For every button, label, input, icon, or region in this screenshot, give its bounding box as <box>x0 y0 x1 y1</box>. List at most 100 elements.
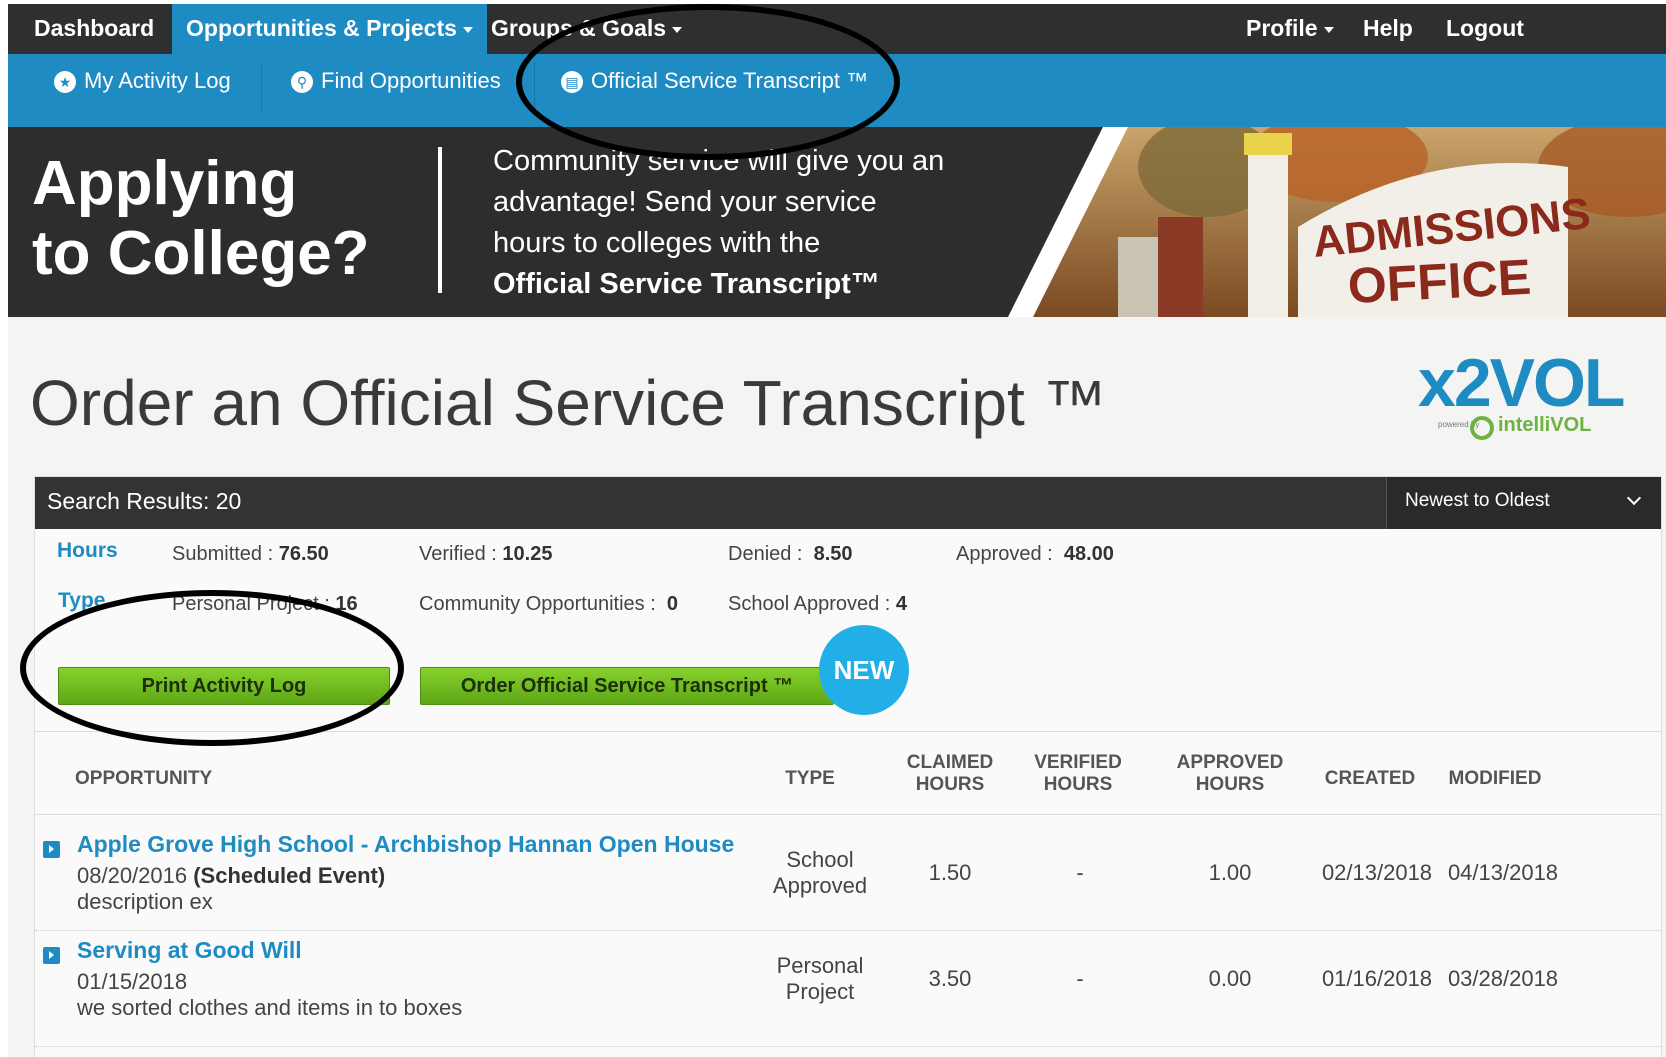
order-transcript-button[interactable]: Order Official Service Transcript ™ <box>420 667 834 705</box>
stat-community: Community Opportunities : 0 <box>419 593 678 616</box>
type-label: Type <box>58 589 106 612</box>
col-modified[interactable]: MODIFIED <box>1435 768 1555 790</box>
col-approved-line2: HOURS <box>1195 774 1265 795</box>
nav-opportunities-label: Opportunities & Projects <box>186 15 457 41</box>
banner-headline: Applying to College? <box>32 149 370 289</box>
banner-copy-line1: Community service will give you an <box>493 145 945 177</box>
hours-label: Hours <box>57 539 118 562</box>
nav-dashboard-label: Dashboard <box>34 15 155 41</box>
col-approved[interactable]: APPROVED HOURS <box>1165 752 1295 796</box>
table-row: Serving at Good Will 01/15/2018 we sorte… <box>35 931 1661 1047</box>
nav-help[interactable]: Help <box>1363 4 1413 54</box>
col-claimed-line1: CLAIMED <box>906 752 994 773</box>
print-activity-log-button[interactable]: Print Activity Log <box>58 667 390 705</box>
row-date: 08/20/2016 (Scheduled Event) <box>77 863 385 889</box>
nav-profile-label: Profile <box>1246 15 1318 41</box>
expand-icon[interactable] <box>43 841 60 858</box>
caret-down-icon <box>672 26 683 33</box>
nav-opportunities[interactable]: Opportunities & Projects <box>172 4 487 58</box>
row-created: 02/13/2018 <box>1321 860 1433 885</box>
subnav-transcript-label: Official Service Transcript ™ <box>591 68 869 93</box>
table-header: OPPORTUNITY TYPE CLAIMED HOURS VERIFIED HO… <box>35 731 1661 815</box>
intellivol-ring-icon <box>1470 416 1494 440</box>
stat-personal-label: Personal Project : <box>172 593 330 615</box>
subnav-find-label: Find Opportunities <box>321 68 501 93</box>
stat-personal: Personal Project : 16 <box>172 593 358 616</box>
stat-school-label: School Approved : <box>728 593 891 615</box>
col-created[interactable]: CREATED <box>1315 768 1425 790</box>
row-description: description ex <box>77 889 213 914</box>
search-icon: ⚲ <box>291 71 313 94</box>
subnav-activity-log[interactable]: ★ My Activity Log <box>54 54 231 127</box>
col-type[interactable]: TYPE <box>755 768 865 790</box>
row-modified: 03/28/2018 <box>1447 966 1559 991</box>
subnav-transcript[interactable]: ▤ Official Service Transcript ™ <box>561 54 868 127</box>
transcript-icon: ▤ <box>561 71 583 94</box>
row-event-type: (Scheduled Event) <box>193 863 386 888</box>
row-title-link[interactable]: Serving at Good Will <box>77 937 302 964</box>
col-verified-line2: HOURS <box>1043 774 1113 795</box>
row-type-line1: School <box>786 847 854 872</box>
row-description: we sorted clothes and items in to boxes <box>77 995 463 1020</box>
sub-nav: ★ My Activity Log ⚲ Find Opportunities ▤ Of… <box>8 54 1666 127</box>
stat-denied-value: 8.50 <box>813 543 853 565</box>
stat-submitted-label: Submitted : <box>172 543 274 565</box>
banner-headline-line1: Applying <box>32 149 298 218</box>
stat-school: School Approved : 4 <box>728 593 907 616</box>
col-claimed[interactable]: CLAIMED HOURS <box>895 752 1005 796</box>
new-badge: NEW <box>819 625 909 715</box>
logo-main: x2VOL <box>1418 345 1625 421</box>
row-date-value: 08/20/2016 <box>77 863 188 888</box>
page-title: Order an Official Service Transcript ™ <box>30 367 1107 439</box>
nav-groups-label: Groups & Goals <box>491 15 667 41</box>
stat-verified: Verified : 10.25 <box>419 543 552 566</box>
banner-copy: Community service will give you an advan… <box>493 141 1013 305</box>
nav-help-label: Help <box>1363 15 1413 41</box>
row-type-line2: Project <box>785 979 855 1004</box>
subnav-activity-log-label: My Activity Log <box>84 68 231 93</box>
col-verified-line1: VERIFIED <box>1034 752 1122 773</box>
stat-approved-label: Approved : <box>956 543 1053 565</box>
row-type-line2: Approved <box>772 873 868 898</box>
nav-profile[interactable]: Profile <box>1246 4 1334 54</box>
row-modified: 04/13/2018 <box>1447 860 1559 885</box>
results-panel: Search Results: 20 Newest to Oldest Hour… <box>34 476 1662 1057</box>
row-title-link[interactable]: Apple Grove High School - Archbishop Han… <box>77 831 734 858</box>
logo-intellivol: intelliVOL <box>1498 414 1592 436</box>
col-approved-line1: APPROVED <box>1176 752 1284 773</box>
stat-personal-value: 16 <box>335 593 358 615</box>
results-count: Search Results: 20 <box>47 488 242 514</box>
row-claimed: 3.50 <box>928 966 972 991</box>
row-type: School Approved <box>760 847 880 899</box>
subnav-find-opportunities[interactable]: ⚲ Find Opportunities <box>291 54 501 127</box>
admissions-office-photo: ADMISSIONS OFFICE <box>1008 127 1666 317</box>
stat-denied-label: Denied : <box>728 543 803 565</box>
expand-icon[interactable] <box>43 947 60 964</box>
top-nav: Dashboard Opportunities & Projects Group… <box>8 4 1666 58</box>
page: Dashboard Opportunities & Projects Group… <box>8 4 1666 1057</box>
banner-copy-bold: Official Service Transcript™ <box>493 268 880 300</box>
sort-selected-value: Newest to Oldest <box>1405 490 1550 511</box>
chevron-down-icon <box>1626 490 1642 506</box>
nav-dashboard[interactable]: Dashboard <box>34 4 154 54</box>
promo-banner[interactable]: Applying to College? Community service w… <box>8 127 1666 317</box>
sort-select[interactable]: Newest to Oldest <box>1386 477 1661 529</box>
col-opportunity[interactable]: OPPORTUNITY <box>75 768 212 790</box>
col-verified[interactable]: VERIFIED HOURS <box>1023 752 1133 796</box>
row-approved: 0.00 <box>1208 966 1252 991</box>
row-claimed: 1.50 <box>928 860 972 885</box>
stat-approved-value: 48.00 <box>1063 543 1114 565</box>
stat-submitted: Submitted : 76.50 <box>172 543 329 566</box>
results-header: Search Results: 20 Newest to Oldest <box>35 477 1661 529</box>
stat-submitted-value: 76.50 <box>278 543 329 565</box>
nav-logout[interactable]: Logout <box>1446 4 1524 54</box>
nav-groups[interactable]: Groups & Goals <box>491 4 683 54</box>
sign-office: OFFICE <box>1346 249 1532 315</box>
caret-down-icon <box>1323 26 1334 33</box>
divider <box>261 62 262 112</box>
col-claimed-line2: HOURS <box>915 774 985 795</box>
stat-school-value: 4 <box>895 593 908 615</box>
row-created: 01/16/2018 <box>1321 966 1433 991</box>
row-verified: - <box>1076 966 1084 991</box>
banner-divider <box>438 147 442 293</box>
